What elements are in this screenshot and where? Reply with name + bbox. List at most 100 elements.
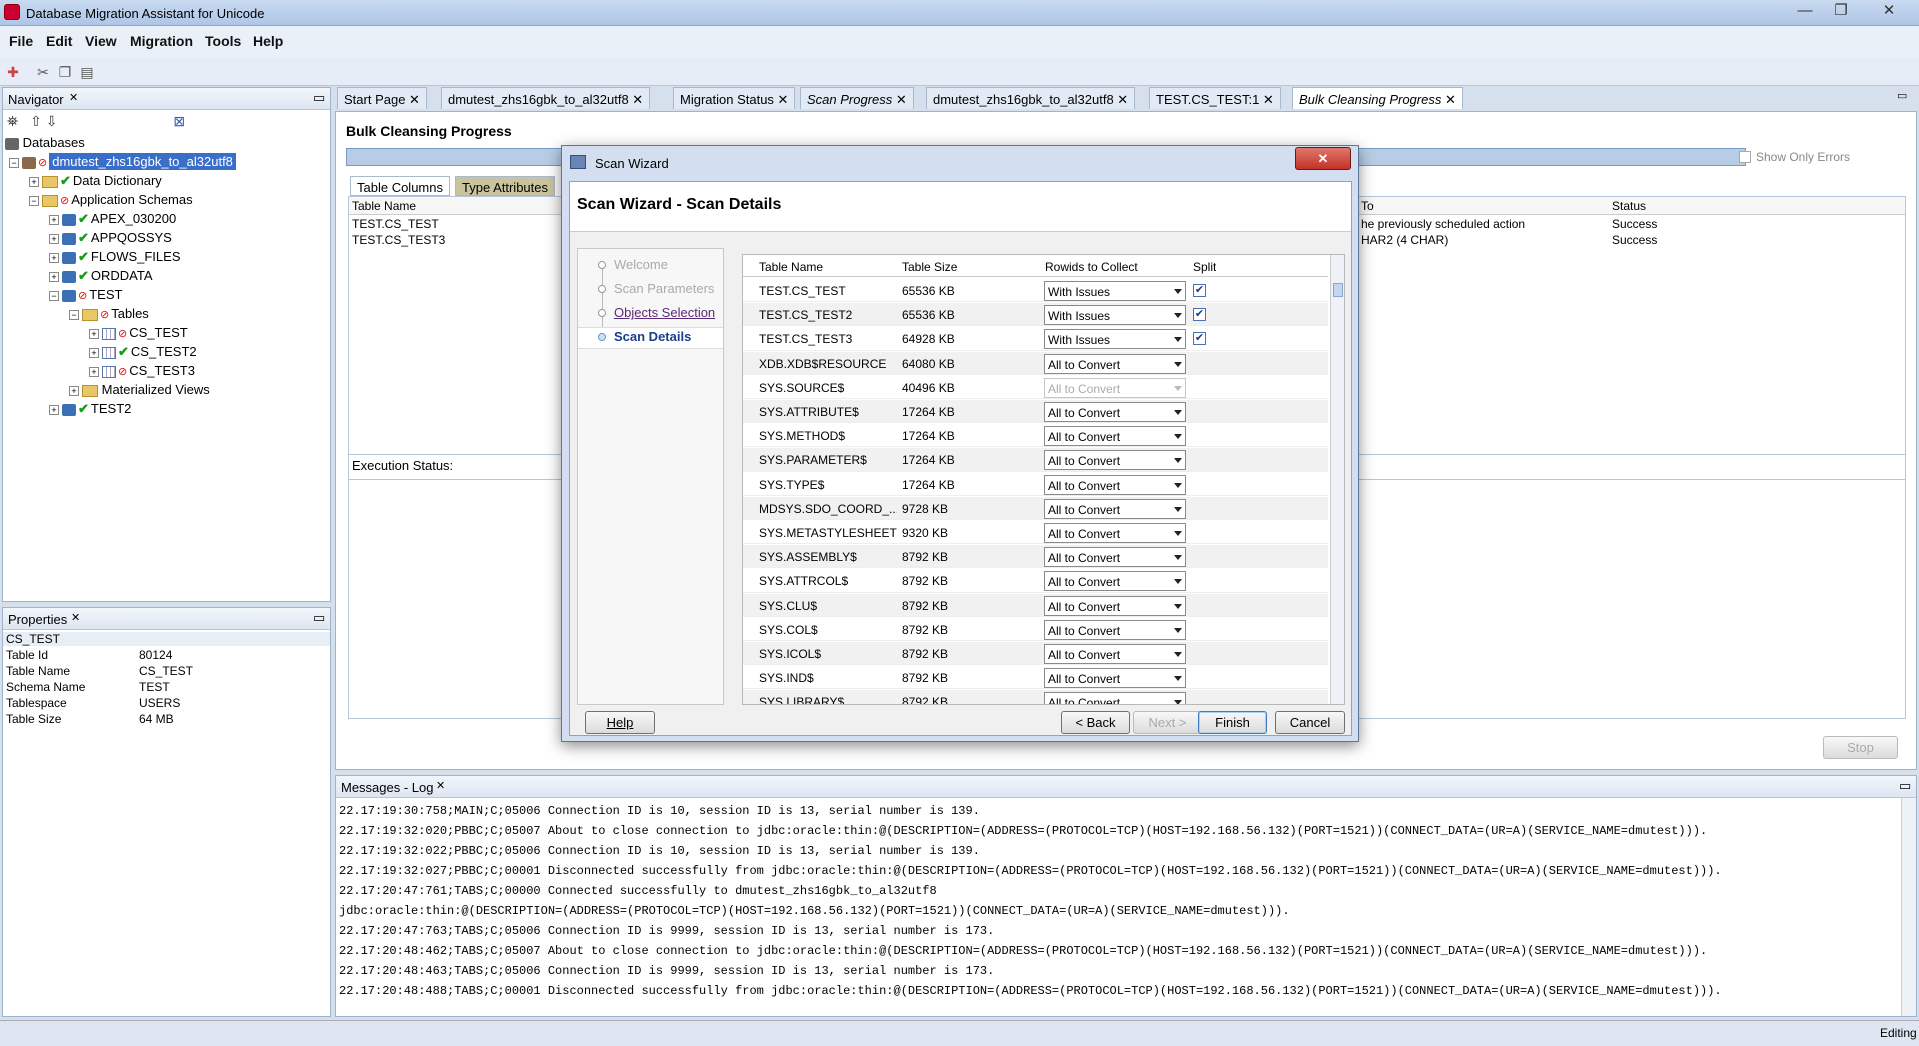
- tab-table-editor[interactable]: TEST.CS_TEST:1 ✕: [1149, 87, 1281, 109]
- header-table-size[interactable]: Table Size: [902, 260, 957, 274]
- split-checkbox[interactable]: ✔: [1193, 284, 1206, 297]
- expand-icon[interactable]: +: [49, 271, 59, 282]
- messages-minimize-icon[interactable]: ▭: [1899, 778, 1911, 794]
- expand-icon[interactable]: +: [89, 328, 99, 339]
- expand-icon[interactable]: +: [49, 252, 59, 263]
- collapse-icon[interactable]: −: [69, 309, 79, 320]
- collapse-icon[interactable]: −: [29, 195, 39, 206]
- rowids-dropdown[interactable]: All to Convert: [1044, 377, 1186, 398]
- log-scrollbar[interactable]: [1901, 798, 1916, 1016]
- tab-start-page[interactable]: Start Page ✕: [337, 87, 427, 109]
- stop-button[interactable]: Stop: [1823, 736, 1898, 759]
- expand-icon[interactable]: +: [49, 214, 59, 225]
- header-table-name[interactable]: Table Name: [759, 260, 823, 274]
- expand-icon[interactable]: +: [29, 176, 39, 187]
- tree-item-table[interactable]: + ⊘ CS_TEST: [89, 325, 188, 340]
- scan-table-scrollbar[interactable]: [1330, 255, 1344, 704]
- rowids-dropdown[interactable]: All to Convert: [1044, 644, 1186, 664]
- expand-icon[interactable]: +: [49, 233, 59, 244]
- rowids-dropdown[interactable]: With Issues: [1044, 329, 1186, 350]
- tree-item-schema[interactable]: + ✔ ORDDATA: [49, 268, 153, 284]
- rowids-dropdown[interactable]: All to Convert: [1044, 402, 1186, 422]
- menu-file[interactable]: File: [9, 33, 33, 49]
- step-scan-parameters[interactable]: Scan Parameters: [614, 281, 714, 296]
- tab-scan-progress[interactable]: Scan Progress ✕: [800, 87, 914, 109]
- rowids-dropdown[interactable]: All to Convert: [1044, 595, 1186, 616]
- back-button[interactable]: < Back: [1061, 711, 1130, 734]
- scrollbar-thumb[interactable]: [1333, 283, 1343, 297]
- rowids-dropdown[interactable]: All to Convert: [1044, 571, 1186, 592]
- table-row-name[interactable]: TEST.CS_TEST3: [352, 233, 445, 247]
- new-connection-icon[interactable]: ✚: [4, 63, 22, 81]
- expand-icon[interactable]: +: [69, 385, 79, 396]
- rowids-dropdown[interactable]: All to Convert: [1044, 523, 1186, 543]
- rowids-dropdown[interactable]: With Issues: [1044, 305, 1186, 326]
- tree-item-table[interactable]: + ⊘ CS_TEST3: [89, 363, 195, 378]
- split-checkbox[interactable]: ✔: [1193, 308, 1206, 322]
- expand-icon[interactable]: +: [89, 366, 99, 377]
- split-checkbox[interactable]: ✔: [1193, 332, 1206, 346]
- expand-icon[interactable]: +: [89, 347, 99, 358]
- collapse-icon[interactable]: −: [49, 290, 59, 301]
- tree-item-data-dictionary[interactable]: + ✔ Data Dictionary: [29, 173, 162, 189]
- binoculars-icon[interactable]: ⛯: [7, 113, 18, 129]
- tree-item-app-schemas[interactable]: − ⊘ Application Schemas: [29, 192, 193, 207]
- tree-item-schema[interactable]: + ✔ TEST2: [49, 401, 131, 417]
- collapse-icon[interactable]: −: [9, 157, 19, 168]
- tree-item-schema[interactable]: + ✔ APPQOSSYS: [49, 230, 172, 246]
- rowids-dropdown[interactable]: All to Convert: [1044, 668, 1186, 689]
- next-button[interactable]: Next >: [1133, 711, 1202, 734]
- tree-item-mviews[interactable]: + Materialized Views: [69, 382, 210, 397]
- rowids-dropdown[interactable]: All to Convert: [1044, 474, 1186, 495]
- minimize-button[interactable]: —: [1786, 1, 1824, 21]
- tree-item-schema[interactable]: + ✔ APEX_030200: [49, 211, 176, 227]
- tree-item-schema[interactable]: + ✔ FLOWS_FILES: [49, 249, 180, 265]
- navigator-close-icon[interactable]: ✕: [69, 91, 78, 104]
- menu-tools[interactable]: Tools: [205, 33, 241, 49]
- tree-item-tables[interactable]: − ⊘ Tables: [69, 306, 149, 321]
- tree-item-table[interactable]: + ✔ CS_TEST2: [89, 344, 197, 360]
- tab-migration-status[interactable]: Migration Status ✕: [673, 87, 796, 109]
- tab-bulk-cleansing[interactable]: Bulk Cleansing Progress ✕: [1292, 87, 1463, 109]
- clear-filter-icon[interactable]: ⊠: [173, 113, 185, 129]
- up-arrow-icon[interactable]: ⇧: [30, 113, 42, 129]
- menu-help[interactable]: Help: [253, 33, 283, 49]
- menu-migration[interactable]: Migration: [130, 33, 193, 49]
- rowids-dropdown[interactable]: All to Convert: [1044, 692, 1186, 704]
- tab-connection[interactable]: dmutest_zhs16gbk_to_al32utf8 ✕: [441, 87, 651, 109]
- tab-connection-2[interactable]: dmutest_zhs16gbk_to_al32utf8 ✕: [926, 87, 1136, 109]
- close-window-button[interactable]: ✕: [1870, 1, 1908, 21]
- properties-minimize-icon[interactable]: ▭: [313, 610, 325, 626]
- rowids-dropdown[interactable]: With Issues: [1044, 281, 1186, 301]
- help-button[interactable]: Help: [585, 711, 655, 734]
- tab-list-icon[interactable]: ▭: [1897, 89, 1907, 102]
- rowids-dropdown[interactable]: All to Convert: [1044, 619, 1186, 640]
- subtab-table-columns[interactable]: Table Columns: [350, 176, 450, 196]
- show-only-errors-checkbox[interactable]: [1739, 151, 1751, 163]
- navigator-minimize-icon[interactable]: ▭: [313, 90, 325, 106]
- tree-item-databases[interactable]: Databases: [5, 135, 85, 150]
- rowids-dropdown[interactable]: All to Convert: [1044, 547, 1186, 568]
- rowids-dropdown[interactable]: All to Convert: [1044, 426, 1186, 447]
- maximize-button[interactable]: ❐: [1822, 1, 1860, 21]
- copy-icon[interactable]: ❐: [56, 63, 74, 81]
- finish-button[interactable]: Finish: [1198, 711, 1267, 734]
- step-welcome[interactable]: Welcome: [614, 257, 668, 272]
- paste-icon[interactable]: ▤: [78, 63, 96, 81]
- cut-icon[interactable]: ✂: [34, 63, 52, 81]
- properties-close-icon[interactable]: ✕: [71, 611, 80, 624]
- step-scan-details[interactable]: Scan Details: [614, 329, 691, 344]
- menu-view[interactable]: View: [85, 33, 117, 49]
- rowids-dropdown[interactable]: All to Convert: [1044, 498, 1186, 519]
- rowids-dropdown[interactable]: All to Convert: [1044, 353, 1186, 374]
- subtab-type-attributes[interactable]: Type Attributes: [455, 176, 555, 196]
- step-objects-selection[interactable]: Objects Selection: [614, 305, 715, 320]
- messages-close-icon[interactable]: ✕: [436, 779, 445, 792]
- header-rowids[interactable]: Rowids to Collect: [1045, 260, 1138, 274]
- tree-item-db[interactable]: − ⊘ dmutest_zhs16gbk_to_al32utf8: [9, 153, 236, 170]
- down-arrow-icon[interactable]: ⇩: [46, 113, 58, 129]
- header-split[interactable]: Split: [1193, 260, 1216, 274]
- expand-icon[interactable]: +: [49, 404, 59, 415]
- menu-edit[interactable]: Edit: [46, 33, 72, 49]
- dialog-close-button[interactable]: ✕: [1295, 147, 1351, 170]
